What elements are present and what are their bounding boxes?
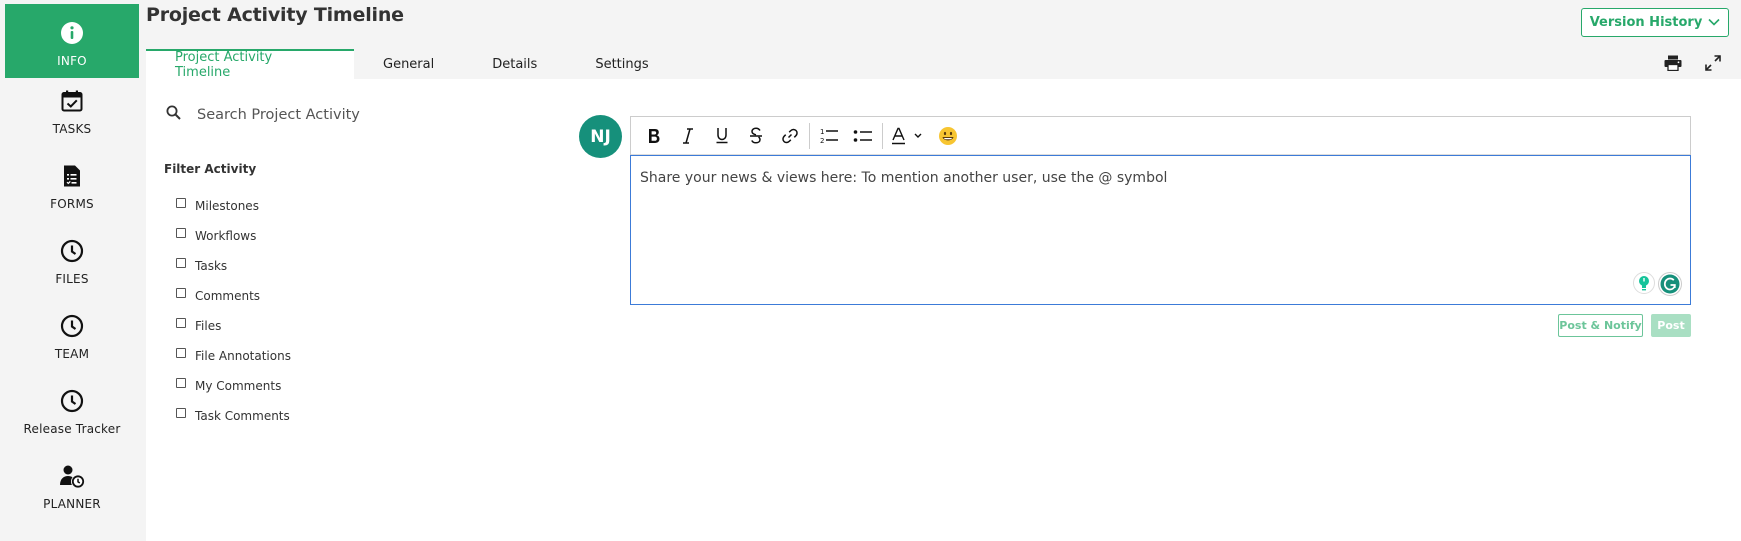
tab-project-activity-timeline[interactable]: Project Activity Timeline (146, 49, 354, 80)
activity-panel: Filter Activity Milestones Workflows Tas… (146, 79, 1741, 541)
tasks-checkbox[interactable] (176, 258, 186, 268)
svg-text:2: 2 (820, 137, 824, 145)
text-color-icon[interactable] (885, 121, 931, 151)
grammarly-widget (1633, 272, 1682, 301)
filter-option-label: Workflows (195, 229, 257, 243)
filter-option-workflows: Workflows (176, 221, 291, 251)
sidebar-item-label: FILES (55, 272, 89, 286)
sidebar-item-label: TASKS (52, 122, 92, 136)
sidebar-item-release-tracker[interactable]: Release Tracker (5, 372, 139, 446)
emoji-icon[interactable] (931, 121, 965, 151)
filter-option-label: Tasks (195, 259, 228, 273)
toolbar-divider (882, 122, 883, 149)
strikethrough-icon[interactable] (739, 121, 773, 151)
print-icon[interactable] (1662, 52, 1684, 74)
lightbulb-icon[interactable] (1633, 272, 1655, 301)
filter-option-label: My Comments (195, 379, 282, 393)
sidebar-item-label: Release Tracker (23, 422, 121, 436)
svg-text:1: 1 (820, 128, 824, 136)
sidebar-item-label: TEAM (54, 347, 90, 361)
post-editor: 12 Share your news & views here: To ment… (630, 116, 1691, 305)
tab-details[interactable]: Details (463, 49, 566, 79)
post-button[interactable]: Post (1651, 314, 1691, 337)
filter-option-label: Task Comments (195, 409, 290, 423)
search-bar (166, 105, 417, 125)
sidebar-item-label: PLANNER (43, 497, 101, 511)
post-and-notify-button[interactable]: Post & Notify (1558, 314, 1643, 337)
filter-option-label: File Annotations (195, 349, 291, 363)
underline-icon[interactable] (705, 121, 739, 151)
filter-option-tasks: Tasks (176, 251, 291, 281)
sidebar-item-forms[interactable]: FORMS (5, 147, 139, 221)
toolbar-divider (809, 122, 810, 149)
file-annotations-checkbox[interactable] (176, 348, 186, 358)
grammarly-icon[interactable] (1658, 272, 1682, 301)
clock-icon (59, 238, 85, 264)
files-checkbox[interactable] (176, 318, 186, 328)
search-icon (166, 105, 181, 125)
tab-bar: Project Activity Timeline General Detail… (146, 49, 678, 80)
bullet-list-icon[interactable] (846, 121, 880, 151)
sidebar: INFO TASKS FORMS FILES TEAM Release Trac… (0, 0, 144, 541)
filter-option-files: Files (176, 311, 291, 341)
clock-icon (59, 388, 85, 414)
bold-icon[interactable] (637, 121, 671, 151)
filter-option-my-comments: My Comments (176, 371, 291, 401)
info-icon (59, 20, 85, 46)
sidebar-item-planner[interactable]: PLANNER (5, 447, 139, 521)
user-clock-icon (59, 463, 85, 489)
post-textarea[interactable]: Share your news & views here: To mention… (630, 155, 1691, 305)
task-comments-checkbox[interactable] (176, 408, 186, 418)
filter-option-label: Comments (195, 289, 261, 303)
ordered-list-icon[interactable]: 12 (812, 121, 846, 151)
workflows-checkbox[interactable] (176, 228, 186, 238)
form-icon (59, 163, 85, 189)
version-history-label: Version History (1589, 15, 1703, 30)
sidebar-item-team[interactable]: TEAM (5, 297, 139, 371)
sidebar-item-files[interactable]: FILES (5, 222, 139, 296)
version-history-button[interactable]: Version History (1581, 8, 1729, 37)
filter-title: Filter Activity (164, 162, 257, 176)
search-input[interactable] (197, 107, 417, 123)
calendar-check-icon (59, 88, 85, 114)
filter-option-milestones: Milestones (176, 191, 291, 221)
avatar: NJ (579, 115, 622, 158)
italic-icon[interactable] (671, 121, 705, 151)
filter-list: Milestones Workflows Tasks Comments File… (176, 191, 291, 431)
sidebar-item-label: FORMS (50, 197, 94, 211)
chevron-down-icon (1708, 15, 1720, 30)
filter-option-task-comments: Task Comments (176, 401, 291, 431)
filter-option-label: Files (195, 319, 222, 333)
sidebar-item-label: INFO (57, 54, 87, 68)
filter-option-label: Milestones (195, 199, 259, 213)
post-placeholder: Share your news & views here: To mention… (640, 170, 1168, 186)
clock-icon (59, 313, 85, 339)
comments-checkbox[interactable] (176, 288, 186, 298)
filter-option-file-annotations: File Annotations (176, 341, 291, 371)
link-icon[interactable] (773, 121, 807, 151)
sidebar-item-info[interactable]: INFO (5, 4, 139, 78)
expand-icon[interactable] (1702, 52, 1724, 74)
my-comments-checkbox[interactable] (176, 378, 186, 388)
page-title: Project Activity Timeline (146, 4, 404, 26)
editor-toolbar: 12 (631, 117, 1690, 155)
tab-general[interactable]: General (354, 49, 463, 79)
filter-option-comments: Comments (176, 281, 291, 311)
milestones-checkbox[interactable] (176, 198, 186, 208)
sidebar-item-tasks[interactable]: TASKS (5, 72, 139, 146)
tab-settings[interactable]: Settings (566, 49, 677, 79)
